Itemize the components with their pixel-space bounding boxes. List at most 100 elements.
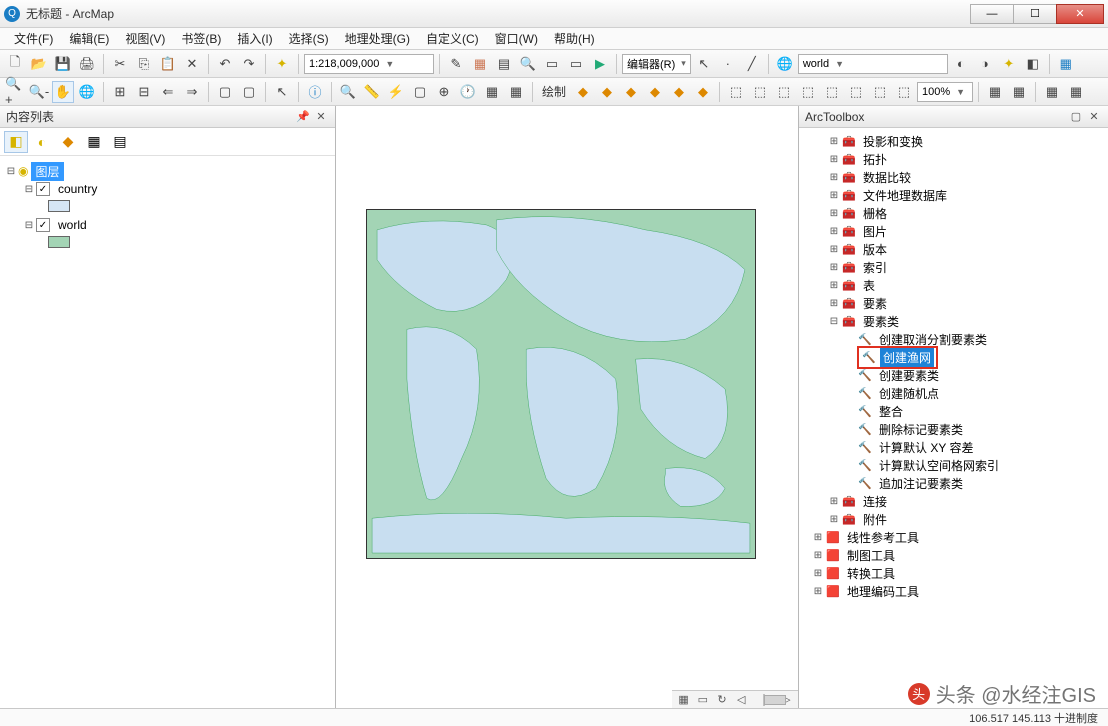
toolbox-item[interactable]: ⊞🧰连接 [801, 492, 1106, 510]
toolbox-item-label[interactable]: 要素类 [860, 312, 902, 331]
add-data-button[interactable]: ✦ [271, 53, 293, 75]
expand-icon[interactable]: ⊞ [827, 172, 841, 183]
toolbox-item[interactable]: ⊞🧰栅格 [801, 204, 1106, 222]
toolbox-item-label[interactable]: 拓扑 [860, 150, 890, 169]
catalog-icon[interactable]: ▤ [493, 53, 515, 75]
menu-customize[interactable]: 自定义(C) [418, 28, 487, 49]
toolbox-item[interactable]: ⊞🧰文件地理数据库 [801, 186, 1106, 204]
toc-root-label[interactable]: 图层 [31, 162, 63, 181]
editor-toolbar-icon[interactable]: ✎ [445, 53, 467, 75]
menu-file[interactable]: 文件(F) [6, 28, 61, 49]
open-button[interactable]: 📂 [28, 53, 50, 75]
map-canvas[interactable] [366, 209, 756, 559]
expand-icon[interactable]: ⊞ [827, 514, 841, 525]
toolbox-item[interactable]: ⊞🧰版本 [801, 240, 1106, 258]
menu-bookmarks[interactable]: 书签(B) [173, 28, 229, 49]
layer-btn-1[interactable]: ◐ [950, 53, 972, 75]
toolbox-item-label[interactable]: 数据比较 [860, 168, 914, 187]
toolbox-item-label[interactable]: 转换工具 [844, 564, 898, 583]
toc-list-by-drawing[interactable]: ◧ [4, 131, 28, 153]
zoom-out-button[interactable]: 🔍- [28, 81, 50, 103]
expand-icon[interactable]: ⊞ [827, 280, 841, 291]
layer-btn-3[interactable]: ✦ [998, 53, 1020, 75]
toolbox-tree[interactable]: ⊞🧰投影和变换⊞🧰拓扑⊞🧰数据比较⊞🧰文件地理数据库⊞🧰栅格⊞🧰图片⊞🧰版本⊞🧰… [799, 128, 1108, 708]
world-icon[interactable]: 🌐 [774, 53, 796, 75]
toolbox-item[interactable]: ⊞🟥线性参考工具 [801, 528, 1106, 546]
edit-vertex[interactable]: · [717, 53, 739, 75]
expand-icon[interactable]: ⊞ [827, 190, 841, 201]
georef-1[interactable]: ⬚ [725, 81, 747, 103]
toolbox-item[interactable]: 🔨创建取消分割要素类 [801, 330, 1106, 348]
toolbox-item-label[interactable]: 地理编码工具 [844, 582, 922, 601]
print-button[interactable]: 🖨 [76, 53, 98, 75]
toc-list-by-source[interactable]: ◐ [30, 131, 54, 153]
collapse-icon[interactable]: ⊟ [827, 316, 841, 327]
horizontal-scrollbar[interactable] [763, 694, 765, 706]
fixed-zoom-out[interactable]: ⊟ [133, 81, 155, 103]
toolbox-restore-icon[interactable]: ▢ [1068, 109, 1084, 125]
toolbox-item-label[interactable]: 栅格 [860, 204, 890, 223]
menu-selection[interactable]: 选择(S) [281, 28, 337, 49]
identify-button[interactable]: ⓘ [304, 81, 326, 103]
zoom-in-button[interactable]: 🔍+ [4, 81, 26, 103]
scroll-thumb[interactable] [764, 695, 786, 705]
toolbox-item[interactable]: ⊟🧰要素类 [801, 312, 1106, 330]
zoom-combo[interactable]: 100% ▼ [917, 82, 973, 102]
expand-icon[interactable]: ⊞ [827, 226, 841, 237]
find-button[interactable]: 🔍 [337, 81, 359, 103]
scale-combo[interactable]: 1:218,009,000 ▼ [304, 54, 434, 74]
expand-icon[interactable]: ⊞ [827, 208, 841, 219]
toolbox-item-label[interactable]: 创建要素类 [876, 366, 942, 385]
georef-6[interactable]: ⬚ [845, 81, 867, 103]
save-button[interactable]: 💾 [52, 53, 74, 75]
georef-8[interactable]: ⬚ [893, 81, 915, 103]
georef-4[interactable]: ⬚ [797, 81, 819, 103]
redo-button[interactable]: ↷ [238, 53, 260, 75]
scroll-left[interactable]: ◁ [736, 693, 747, 706]
toc-close-icon[interactable]: ✕ [313, 109, 329, 125]
toc-root[interactable]: ⊟ ◉ 图层 [4, 162, 331, 180]
refresh-button[interactable]: ↻ [716, 693, 727, 706]
delete-button[interactable]: ✕ [181, 53, 203, 75]
create-viewer[interactable]: ▦ [481, 81, 503, 103]
toolbox-item-label[interactable]: 要素 [860, 294, 890, 313]
toolbox-item-label[interactable]: 整合 [876, 402, 906, 421]
toolbox-item[interactable]: ⊞🧰投影和变换 [801, 132, 1106, 150]
toolbox-item-label[interactable]: 文件地理数据库 [860, 186, 950, 205]
search-icon[interactable]: 🔍 [517, 53, 539, 75]
toolbox-item-label[interactable]: 附件 [860, 510, 890, 529]
pan-button[interactable]: ✋ [52, 81, 74, 103]
expand-icon[interactable]: ⊞ [811, 550, 825, 561]
toolbox-item[interactable]: 🔨删除标记要素类 [801, 420, 1106, 438]
clear-selection[interactable]: ▢ [238, 81, 260, 103]
layout-btn-4[interactable]: ▦ [1065, 81, 1087, 103]
toolbox-item-label[interactable]: 版本 [860, 240, 890, 259]
html-popup[interactable]: ▢ [409, 81, 431, 103]
toolbox-item[interactable]: 🔨追加注记要素类 [801, 474, 1106, 492]
draw-tool-5[interactable]: ◆ [668, 81, 690, 103]
data-view-tab[interactable]: ▦ [678, 693, 689, 706]
toc-options[interactable]: ▤ [108, 131, 132, 153]
expand-icon[interactable]: ⊞ [827, 262, 841, 273]
expand-icon[interactable]: ⊞ [827, 154, 841, 165]
python-icon[interactable]: ▭ [541, 53, 563, 75]
toolbox-item-label[interactable]: 删除标记要素类 [876, 420, 966, 439]
toc-list-by-selection[interactable]: ▦ [82, 131, 106, 153]
layer-combo[interactable]: world ▼ [798, 54, 948, 74]
toolbox-item-label[interactable]: 投影和变换 [860, 132, 926, 151]
expand-icon[interactable]: ⊞ [827, 136, 841, 147]
toc-layer-label[interactable]: country [54, 181, 101, 197]
copy-button[interactable]: ⎘ [133, 53, 155, 75]
toolbox-close-icon[interactable]: ✕ [1086, 109, 1102, 125]
map-view[interactable] [336, 106, 798, 708]
toolbox-item[interactable]: ⊞🧰数据比较 [801, 168, 1106, 186]
toolbox-icon[interactable]: ▦ [469, 53, 491, 75]
toc-layer-world[interactable]: ⊟ ✓ world [4, 216, 331, 234]
georef-3[interactable]: ⬚ [773, 81, 795, 103]
toolbox-item[interactable]: ⊞🧰表 [801, 276, 1106, 294]
toolbox-item[interactable]: 🔨创建要素类 [801, 366, 1106, 384]
edit-tool[interactable]: ↖ [693, 53, 715, 75]
hyperlink-button[interactable]: ⚡ [385, 81, 407, 103]
prev-extent[interactable]: ⇐ [157, 81, 179, 103]
toolbox-item[interactable]: 🔨计算默认 XY 容差 [801, 438, 1106, 456]
